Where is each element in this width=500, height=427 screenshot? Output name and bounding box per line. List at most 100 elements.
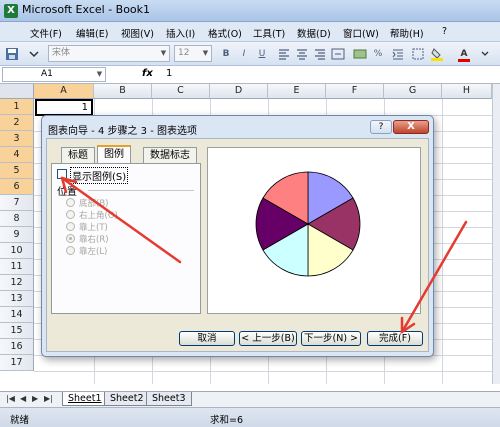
show-legend-label[interactable]: 显示图例(S) — [70, 167, 129, 184]
row-header[interactable]: 14 — [0, 307, 34, 323]
excel-app-icon: X — [4, 4, 18, 18]
row-header[interactable]: 3 — [0, 131, 34, 147]
fill-color-icon[interactable] — [430, 46, 446, 62]
pie-chart-preview — [255, 171, 361, 277]
menu-format[interactable]: 格式(O) — [208, 26, 242, 40]
column-header[interactable]: E — [268, 84, 326, 99]
radio-corner[interactable] — [66, 210, 75, 219]
menu-view[interactable]: 视图(V) — [121, 26, 154, 40]
column-header[interactable]: B — [94, 84, 152, 99]
formula-input[interactable]: 1 — [166, 68, 172, 79]
fill-color-swatch — [431, 58, 443, 61]
sheet-tab-sheet1[interactable]: Sheet1 — [62, 392, 108, 406]
legend-tab-panel: 显示图例(S) 位置 底部(B) 右上角(O) 靠上(T) 靠右(R) 靠左(L… — [51, 163, 201, 314]
status-bar: 就绪 求和=6 — [0, 407, 500, 427]
column-header[interactable]: C — [152, 84, 210, 99]
tab-legend[interactable]: 图例 — [97, 145, 131, 163]
vertical-scrollbar[interactable] — [492, 84, 500, 384]
column-header[interactable]: D — [210, 84, 268, 99]
save-icon[interactable] — [4, 46, 20, 62]
column-header[interactable]: H — [442, 84, 492, 99]
radio-top[interactable] — [66, 222, 75, 231]
row-header[interactable]: 9 — [0, 227, 34, 243]
font-name-select[interactable]: 宋体 ▼ — [48, 45, 170, 62]
menu-data[interactable]: 数据(D) — [297, 26, 331, 40]
row-header[interactable]: 7 — [0, 195, 34, 211]
dialog-title: 图表向导 - 4 步骤之 3 - 图表选项 — [48, 126, 198, 137]
font-color-icon[interactable]: A — [456, 46, 472, 62]
toolbar-more-icon[interactable] — [478, 46, 492, 62]
percent-icon[interactable]: % — [370, 46, 386, 62]
indent-icon[interactable] — [390, 46, 406, 62]
radio-left[interactable] — [66, 246, 75, 255]
show-legend-checkbox[interactable] — [57, 169, 67, 179]
row-header[interactable]: 1 — [0, 99, 34, 115]
row-header[interactable]: 16 — [0, 339, 34, 355]
row-header[interactable]: 2 — [0, 115, 34, 131]
placement-group-divider — [88, 190, 194, 191]
column-header[interactable]: A — [34, 84, 94, 99]
row-header[interactable]: 5 — [0, 163, 34, 179]
formatting-toolbar: 宋体 ▼ 12 ▼ B I U % A — [0, 42, 500, 66]
menu-help[interactable]: 帮助(H) — [390, 26, 424, 40]
next-sheet-icon[interactable]: ▶ — [32, 394, 38, 403]
row-header[interactable]: 8 — [0, 211, 34, 227]
tab-titles[interactable]: 标题 — [61, 147, 95, 163]
row-header[interactable]: 17 — [0, 355, 34, 371]
cancel-button[interactable]: 取消 — [179, 331, 235, 346]
row-header[interactable]: 6 — [0, 179, 34, 195]
dialog-close-icon[interactable]: X — [393, 120, 429, 134]
chart-preview — [207, 147, 421, 314]
merge-center-icon[interactable] — [330, 46, 346, 62]
dialog-body: 标题 图例 数据标志 显示图例(S) 位置 底部(B) 右上角(O) 靠上(T)… — [46, 138, 429, 352]
status-ready: 就绪 — [10, 415, 30, 426]
font-color-swatch — [458, 59, 470, 62]
back-button[interactable]: < 上一步(B) — [239, 331, 297, 346]
next-button[interactable]: 下一步(N) > — [301, 331, 361, 346]
column-header[interactable]: G — [384, 84, 442, 99]
menu-file[interactable]: 文件(F) — [30, 26, 62, 40]
chevron-down-icon: ▼ — [202, 49, 209, 57]
menu-bar: 文件(F) 编辑(E) 视图(V) 插入(I) 格式(O) 工具(T) 数据(D… — [0, 22, 500, 42]
radio-bottom[interactable] — [66, 198, 75, 207]
row-header[interactable]: 13 — [0, 291, 34, 307]
row-header[interactable]: 10 — [0, 243, 34, 259]
column-header[interactable]: F — [326, 84, 384, 99]
name-box[interactable]: A1 ▼ — [2, 67, 106, 82]
italic-button[interactable]: I — [236, 46, 252, 62]
bold-button[interactable]: B — [218, 46, 234, 62]
menu-tools[interactable]: 工具(T) — [253, 26, 285, 40]
fx-icon[interactable]: fx — [142, 68, 153, 79]
underline-button[interactable]: U — [254, 46, 270, 62]
currency-icon[interactable] — [352, 46, 368, 62]
font-size-select[interactable]: 12 ▼ — [174, 45, 212, 62]
menu-window[interactable]: 窗口(W) — [343, 26, 379, 40]
last-sheet-icon[interactable]: ▶| — [44, 394, 53, 403]
toolbar-options-icon[interactable] — [24, 46, 44, 62]
title-bar: X Microsoft Excel - Book1 — [0, 0, 500, 22]
chart-wizard-dialog: 图表向导 - 4 步骤之 3 - 图表选项 ? X 标题 图例 数据标志 显示图… — [41, 115, 434, 357]
select-all-corner[interactable] — [0, 84, 34, 99]
radio-right[interactable] — [66, 234, 75, 243]
dialog-help-icon[interactable]: ? — [370, 120, 392, 134]
finish-button[interactable]: 完成(F) — [367, 331, 423, 346]
help-question-icon[interactable]: ? — [442, 26, 447, 37]
align-center-icon[interactable] — [294, 46, 310, 62]
sheet-tab-sheet3[interactable]: Sheet3 — [146, 392, 192, 406]
row-header[interactable]: 12 — [0, 275, 34, 291]
cell-a1[interactable]: 1 — [35, 99, 93, 116]
borders-icon[interactable] — [410, 46, 426, 62]
row-header[interactable]: 4 — [0, 147, 34, 163]
align-right-icon[interactable] — [312, 46, 328, 62]
align-left-icon[interactable] — [276, 46, 292, 62]
menu-edit[interactable]: 编辑(E) — [76, 26, 108, 40]
prev-sheet-icon[interactable]: ◀ — [20, 394, 26, 403]
sheet-tab-sheet2[interactable]: Sheet2 — [104, 392, 150, 406]
first-sheet-icon[interactable]: |◀ — [6, 394, 15, 403]
tab-data-labels[interactable]: 数据标志 — [143, 147, 197, 163]
row-header[interactable]: 15 — [0, 323, 34, 339]
row-header[interactable]: 11 — [0, 259, 34, 275]
menu-insert[interactable]: 插入(I) — [166, 26, 195, 40]
name-box-value: A1 — [41, 69, 53, 79]
font-size-value: 12 — [178, 48, 190, 58]
